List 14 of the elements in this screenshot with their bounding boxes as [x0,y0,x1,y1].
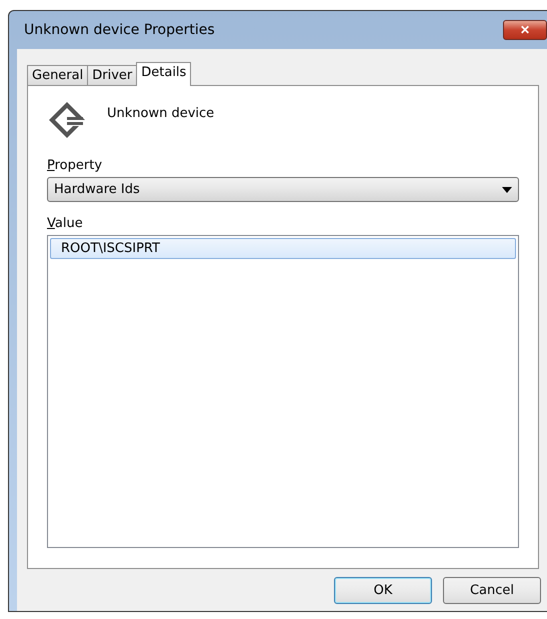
tab[interactable]: General [27,65,88,85]
device-icon [47,100,87,140]
tab[interactable]: Driver [87,65,138,85]
caret-icon [502,186,512,192]
window-title: Unknown device Properties [24,22,216,38]
ok-button[interactable]: OK [334,577,432,604]
cancel-button[interactable]: Cancel [443,577,541,604]
list-item[interactable]: ROOT\ISCSIPRT [50,238,516,259]
property-dropdown[interactable]: Hardware Ids [47,177,519,202]
value-label: Value [47,216,84,231]
tab[interactable]: Details [136,62,192,86]
device-name: Unknown device [107,106,214,121]
close-button[interactable]: ✕ [503,20,547,40]
property-label: Property [47,158,104,173]
